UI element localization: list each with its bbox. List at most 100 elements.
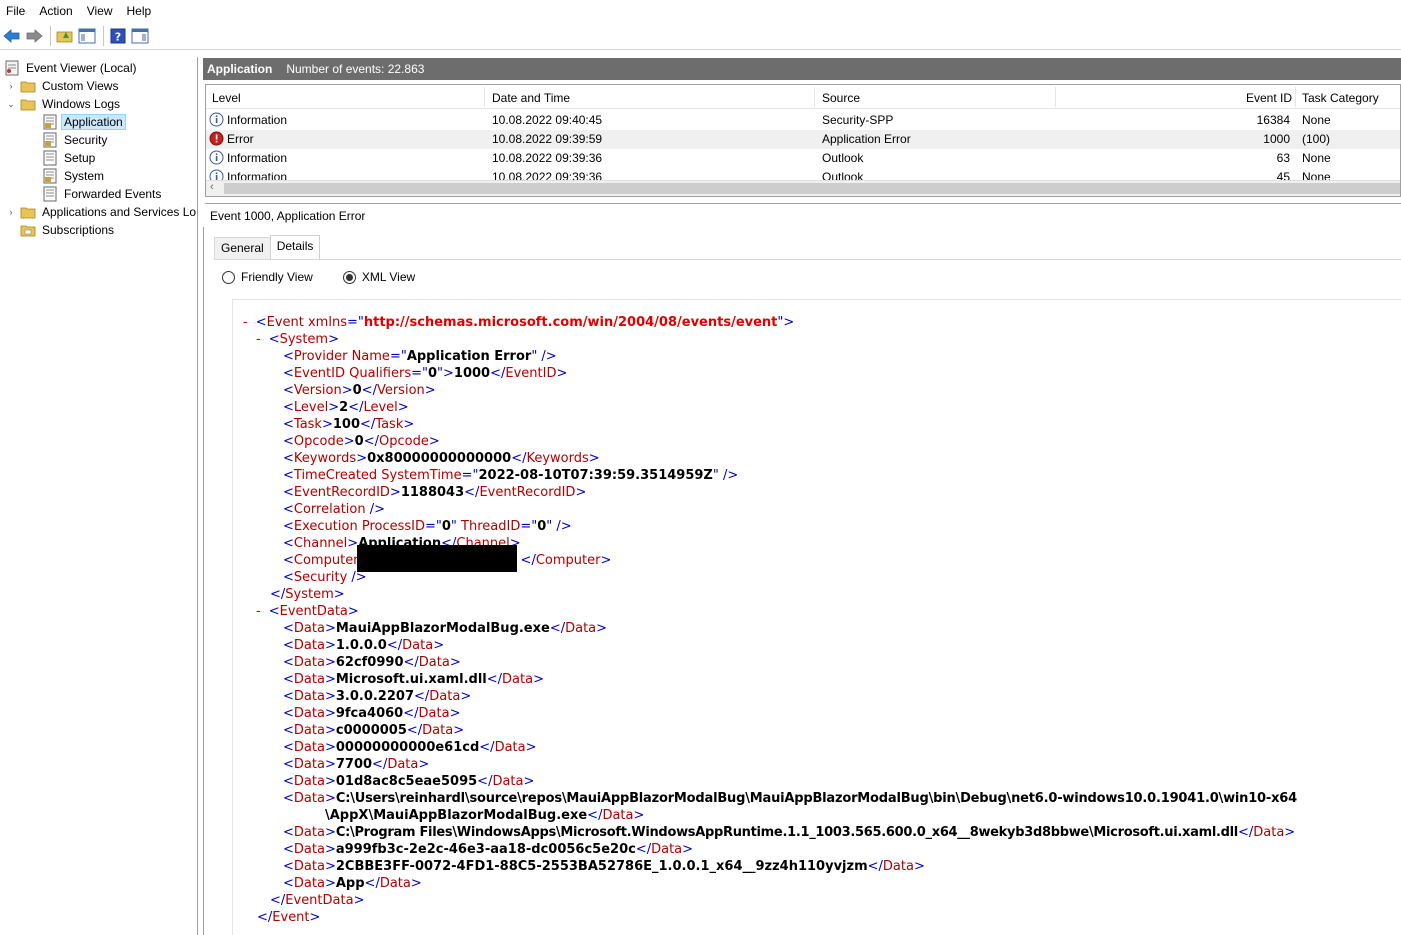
cell-level: Information (227, 151, 288, 165)
xml-data: <Data>00000000000e61cd</Data> (283, 740, 537, 755)
xml-system-open: - <System> (256, 332, 339, 347)
column-source[interactable]: Source (822, 91, 860, 105)
cell-event-id: 1000 (1263, 132, 1290, 146)
xml-task: <Task>100</Task> (283, 417, 415, 432)
log-icon (42, 150, 58, 166)
table-row[interactable]: Error 10.08.2022 09:39:59 Application Er… (206, 130, 1400, 149)
back-icon[interactable] (2, 26, 22, 46)
friendly-view-radio[interactable]: Friendly View (222, 270, 313, 284)
column-separator[interactable] (814, 87, 815, 107)
friendly-view-label: Friendly View (241, 270, 313, 284)
tree-item-forwarded-events[interactable]: Forwarded Events (42, 185, 164, 203)
help-icon[interactable]: ? (108, 26, 128, 46)
folder-icon (20, 96, 36, 112)
column-separator[interactable] (484, 87, 485, 107)
column-event-id[interactable]: Event ID (1246, 91, 1292, 105)
xml-data: <Data>c0000005</Data> (283, 723, 465, 738)
cell-task-category: (100) (1302, 132, 1331, 146)
xml-data-path: <Data>C:\Users\reinhardl\source\repos\Ma… (283, 791, 1297, 806)
menu-bar: File Action View Help (0, 0, 1401, 22)
cell-task-category: None (1302, 151, 1331, 165)
xml-data-path-cont: \AppX\MauiAppBlazorModalBug.exe</Data> (325, 808, 645, 823)
cell-event-id: 16384 (1256, 113, 1290, 127)
toolbar-separator (50, 25, 51, 46)
tab-details[interactable]: Details (269, 235, 321, 259)
xml-data: <Data>01d8ac8c5eae5095</Data> (283, 774, 535, 789)
tree-item-setup[interactable]: Setup (42, 149, 98, 167)
detail-tabs: General Details (214, 235, 321, 259)
column-date-time[interactable]: Date and Time (492, 91, 570, 105)
xml-data: <Data>2CBBE3FF-0072-4FD1-88C5-2553BA5278… (283, 859, 925, 874)
tree-item-root[interactable]: Event Viewer (Local) (4, 59, 140, 77)
log-icon (42, 132, 58, 148)
up-folder-icon[interactable] (55, 26, 75, 46)
xml-eventid: <EventID Qualifiers="0">1000</EventID> (283, 366, 568, 381)
show-hide-action-pane-icon[interactable] (130, 26, 150, 46)
scroll-left-icon[interactable]: ‹ (210, 181, 214, 193)
cell-date: 10.08.2022 09:40:45 (492, 113, 603, 127)
table-row[interactable]: Information 10.08.2022 09:40:45 Security… (206, 111, 1400, 130)
scrollbar-thumb[interactable] (224, 183, 1400, 194)
xml-provider: <Provider Name="Application Error" /> (283, 349, 557, 364)
toolbar: ? (0, 22, 1401, 50)
error-icon (209, 131, 224, 149)
svg-text:?: ? (115, 30, 121, 43)
console-tree: Event Viewer (Local) › Custom Views ⌄ Wi… (0, 57, 198, 935)
detail-title-text: Event 1000, Application Error (210, 208, 366, 223)
column-level[interactable]: Level (212, 91, 241, 105)
event-count: Number of events: 22.863 (286, 62, 425, 76)
cell-level: Information (227, 113, 288, 127)
tree-item-security[interactable]: Security (42, 131, 110, 149)
xml-event-open: - <Event xmlns="http://schemas.microsoft.… (243, 315, 795, 330)
tree-item-subscriptions[interactable]: Subscriptions (20, 221, 117, 239)
folder-icon (20, 78, 36, 94)
xml-data: <Data>Microsoft.ui.xaml.dll</Data> (283, 672, 544, 687)
xml-data: <Data>3.0.0.2207</Data> (283, 689, 472, 704)
column-task-category[interactable]: Task Category (1302, 91, 1379, 105)
column-separator[interactable] (1295, 87, 1296, 107)
tab-general[interactable]: General (214, 237, 271, 259)
xml-security: <Security /> (283, 570, 367, 585)
events-grid: Level Date and Time Source Event ID Task… (205, 84, 1401, 197)
show-hide-tree-icon[interactable] (77, 26, 97, 46)
view-mode-radios: Friendly View XML View (222, 270, 445, 284)
horizontal-scrollbar[interactable]: ‹ (206, 180, 1400, 196)
xml-opcode: <Opcode>0</Opcode> (283, 434, 440, 449)
xml-eventdata-close: </EventData> (270, 893, 365, 908)
chevron-down-icon[interactable]: ⌄ (6, 99, 16, 110)
grid-header: Level Date and Time Source Event ID Task… (206, 85, 1400, 109)
xml-view-radio[interactable]: XML View (342, 270, 415, 284)
collapse-toggle[interactable]: - (256, 604, 261, 619)
column-separator[interactable] (1055, 87, 1056, 107)
menu-action[interactable]: Action (33, 4, 80, 18)
cell-source: Security-SPP (822, 113, 894, 127)
event-viewer-icon (4, 60, 20, 76)
tree-item-application[interactable]: Application (42, 113, 126, 131)
tab-divider (214, 259, 1401, 260)
table-row[interactable]: Information 10.08.2022 09:39:36 Outlook … (206, 149, 1400, 168)
redaction-block (357, 545, 517, 572)
tree-item-windows-logs[interactable]: ⌄ Windows Logs (6, 95, 123, 113)
xml-timecreated: <TimeCreated SystemTime="2022-08-10T07:3… (283, 468, 739, 483)
tree-item-custom-views[interactable]: › Custom Views (6, 77, 121, 95)
tree-item-system[interactable]: System (42, 167, 107, 185)
forward-icon[interactable] (24, 26, 44, 46)
menu-help[interactable]: Help (121, 4, 160, 18)
chevron-right-icon[interactable]: › (6, 207, 16, 217)
xml-correlation: <Correlation /> (283, 502, 385, 517)
cell-source: Outlook (822, 151, 864, 165)
cell-level: Error (227, 132, 254, 146)
menu-view[interactable]: View (81, 4, 121, 18)
xml-data: <Data>MauiAppBlazorModalBug.exe</Data> (283, 621, 608, 636)
event-detail-pane: General Details Friendly View XML View -… (203, 227, 1401, 935)
radio-checked-icon[interactable] (342, 270, 356, 284)
tree-item-apps-services[interactable]: › Applications and Services Lo (6, 203, 197, 221)
collapse-toggle[interactable]: - (256, 332, 261, 347)
radio-unchecked-icon[interactable] (222, 270, 235, 284)
cell-date: 10.08.2022 09:39:36 (492, 151, 603, 165)
log-icon (42, 168, 58, 184)
collapse-toggle[interactable]: - (243, 315, 248, 330)
menu-file[interactable]: File (0, 4, 33, 18)
chevron-right-icon[interactable]: › (6, 81, 16, 91)
xml-data: <Data>1.0.0.0</Data> (283, 638, 445, 653)
